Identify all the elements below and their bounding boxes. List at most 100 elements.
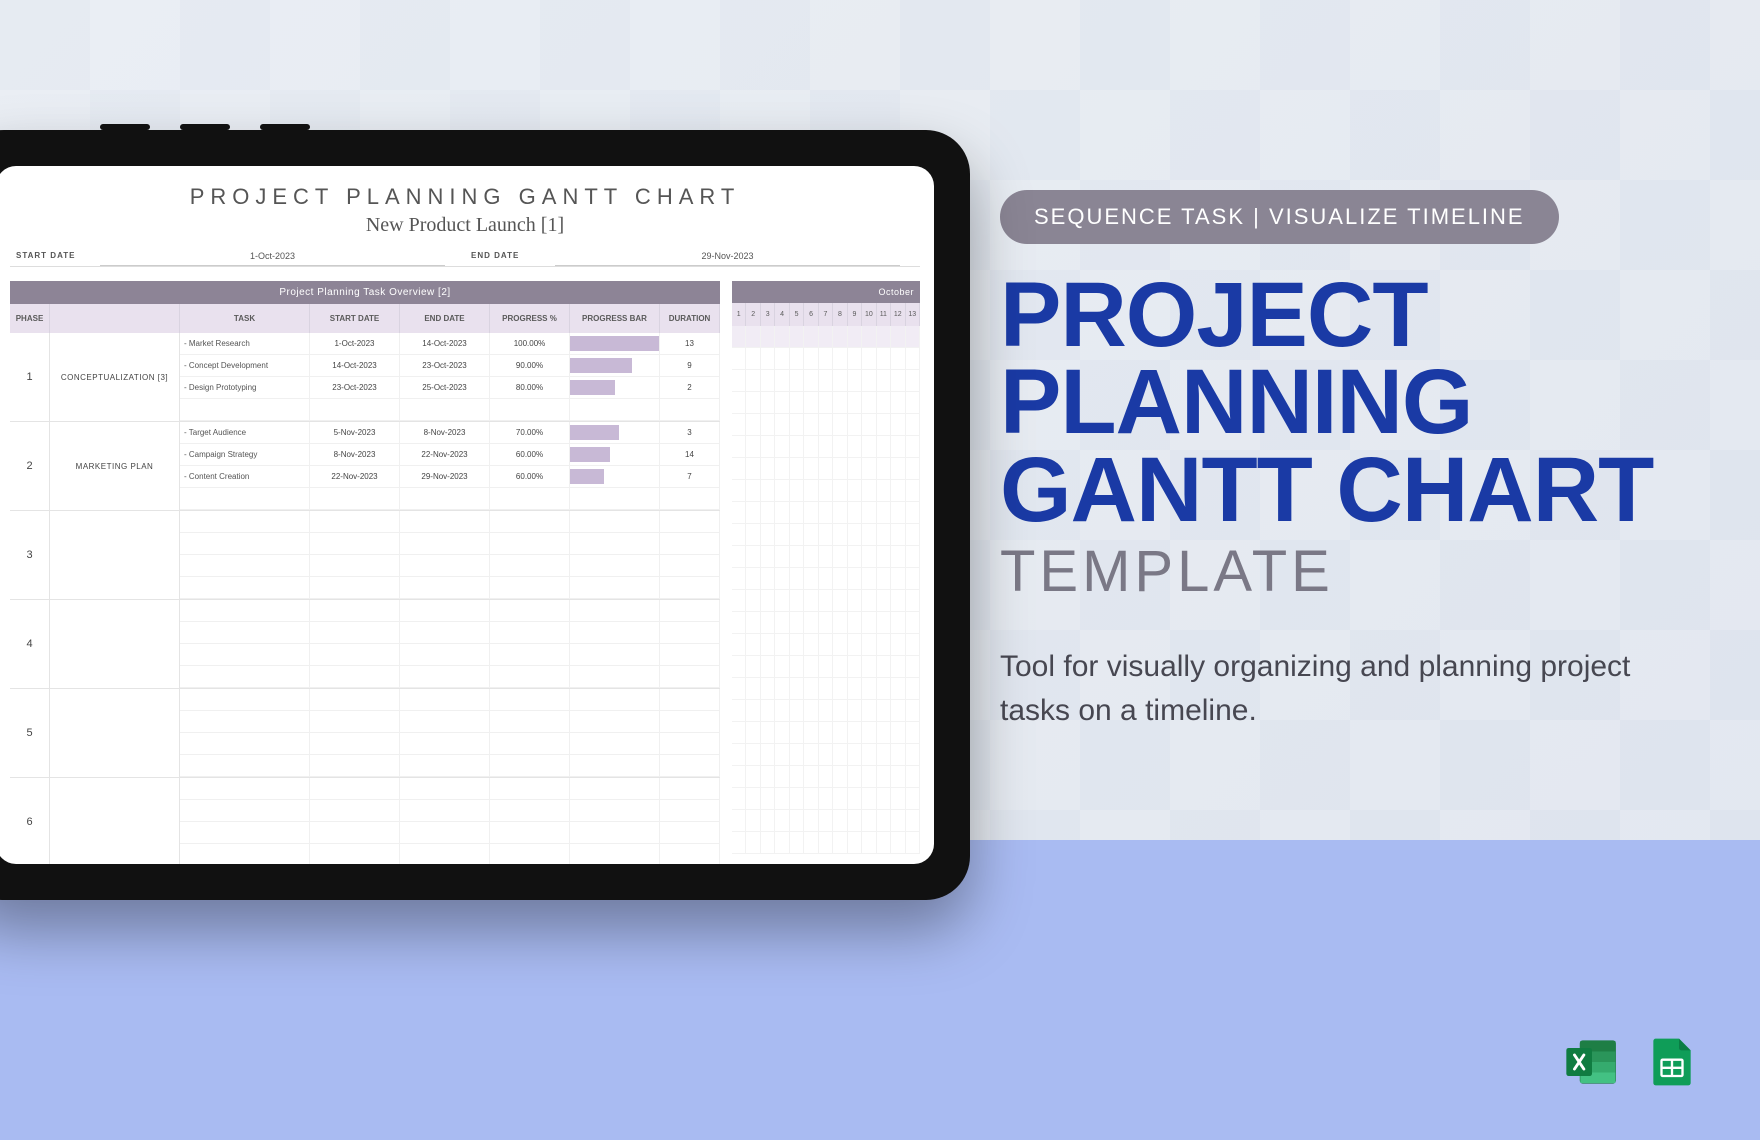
gantt-day: 8 (833, 303, 847, 326)
tablet-mockup: PROJECT PLANNING GANTT CHART New Product… (0, 130, 970, 900)
promo-canvas: SEQUENCE TASK | VISUALIZE TIMELINE PROJE… (0, 0, 1760, 1140)
phase-number: 1 (10, 333, 50, 421)
task-start: 8-Nov-2023 (310, 444, 400, 466)
task-end: 23-Oct-2023 (400, 355, 490, 377)
gantt-row (732, 326, 920, 348)
phase-name (50, 511, 180, 599)
gantt-day: 13 (906, 303, 920, 326)
gantt-row (732, 810, 920, 832)
task-progress: 70.00% (490, 422, 570, 444)
col-start: START DATE (310, 304, 400, 333)
gantt-day: 1 (732, 303, 746, 326)
gantt-row (732, 480, 920, 502)
description: Tool for visually organizing and plannin… (1000, 645, 1680, 732)
phase-block: 6 (10, 778, 720, 864)
empty-row (180, 511, 720, 533)
feature-badge: SEQUENCE TASK | VISUALIZE TIMELINE (1000, 190, 1559, 244)
gantt-row (732, 678, 920, 700)
phase-name: MARKETING PLAN (50, 422, 180, 510)
phase-tasks (180, 511, 720, 599)
gantt-day: 10 (862, 303, 876, 326)
task-progress-bar (570, 377, 660, 399)
empty-row (180, 689, 720, 711)
task-row: - Market Research1-Oct-202314-Oct-202310… (180, 333, 720, 355)
gantt-body (732, 326, 920, 854)
gantt-row (732, 436, 920, 458)
task-progress-bar (570, 466, 660, 488)
gantt-day-numbers: 12345678910111213 (732, 303, 920, 326)
task-row: - Design Prototyping23-Oct-202325-Oct-20… (180, 377, 720, 399)
gantt-row (732, 656, 920, 678)
task-row: - Campaign Strategy8-Nov-202322-Nov-2023… (180, 444, 720, 466)
start-date-label: START DATE (10, 247, 100, 266)
task-end: 25-Oct-2023 (400, 377, 490, 399)
phase-block: 3 (10, 511, 720, 600)
phase-number: 2 (10, 422, 50, 510)
empty-row (180, 755, 720, 777)
empty-row (180, 399, 720, 421)
gantt-row (732, 568, 920, 590)
gantt-day: 11 (877, 303, 891, 326)
phase-block: 1CONCEPTUALIZATION [3]- Market Research1… (10, 333, 720, 422)
task-name: - Content Creation (180, 466, 310, 488)
phase-name (50, 600, 180, 688)
task-progress-bar (570, 333, 660, 355)
task-start: 1-Oct-2023 (310, 333, 400, 355)
gantt-month-header: October (732, 281, 920, 303)
task-row: - Content Creation22-Nov-202329-Nov-2023… (180, 466, 720, 488)
task-name: - Campaign Strategy (180, 444, 310, 466)
empty-row (180, 622, 720, 644)
gantt-row (732, 722, 920, 744)
task-progress-bar (570, 355, 660, 377)
task-end: 22-Nov-2023 (400, 444, 490, 466)
task-name: - Market Research (180, 333, 310, 355)
table-body: 1CONCEPTUALIZATION [3]- Market Research1… (10, 333, 720, 864)
gantt-row (732, 348, 920, 370)
empty-row (180, 733, 720, 755)
gantt-row (732, 392, 920, 414)
empty-row (180, 555, 720, 577)
start-date-value: 1-Oct-2023 (100, 247, 445, 266)
task-start: 22-Nov-2023 (310, 466, 400, 488)
phase-number: 6 (10, 778, 50, 864)
phase-block: 4 (10, 600, 720, 689)
headline-line-1: PROJECT (1000, 272, 1700, 359)
phase-tasks (180, 600, 720, 688)
task-name: - Target Audience (180, 422, 310, 444)
phase-name (50, 689, 180, 777)
empty-row (180, 644, 720, 666)
task-row: - Concept Development14-Oct-202323-Oct-2… (180, 355, 720, 377)
phase-tasks: - Target Audience5-Nov-20238-Nov-202370.… (180, 422, 720, 510)
col-task: TASK (180, 304, 310, 333)
headline-line-2: PLANNING (1000, 359, 1700, 446)
col-bar: PROGRESS BAR (570, 304, 660, 333)
task-duration: 14 (660, 444, 720, 466)
excel-icon (1564, 1034, 1620, 1090)
empty-row (180, 577, 720, 599)
gantt-day: 7 (819, 303, 833, 326)
task-start: 14-Oct-2023 (310, 355, 400, 377)
task-progress: 60.00% (490, 444, 570, 466)
task-end: 8-Nov-2023 (400, 422, 490, 444)
phase-number: 5 (10, 689, 50, 777)
gantt-row (732, 700, 920, 722)
gantt-row (732, 458, 920, 480)
task-progress: 60.00% (490, 466, 570, 488)
gantt-day: 12 (891, 303, 905, 326)
empty-row (180, 533, 720, 555)
task-progress: 100.00% (490, 333, 570, 355)
gantt-row (732, 634, 920, 656)
overview-header: Project Planning Task Overview [2] (10, 281, 720, 304)
sheet-title: PROJECT PLANNING GANTT CHART (10, 184, 920, 210)
empty-row (180, 800, 720, 822)
gantt-row (732, 502, 920, 524)
task-name: - Concept Development (180, 355, 310, 377)
gantt-grid: October 12345678910111213 (732, 281, 920, 864)
task-duration: 13 (660, 333, 720, 355)
gantt-row (732, 546, 920, 568)
empty-row (180, 778, 720, 800)
empty-row (180, 844, 720, 864)
empty-row (180, 822, 720, 844)
headline-line-3: GANTT CHART (1000, 447, 1700, 534)
gantt-day: 9 (848, 303, 862, 326)
